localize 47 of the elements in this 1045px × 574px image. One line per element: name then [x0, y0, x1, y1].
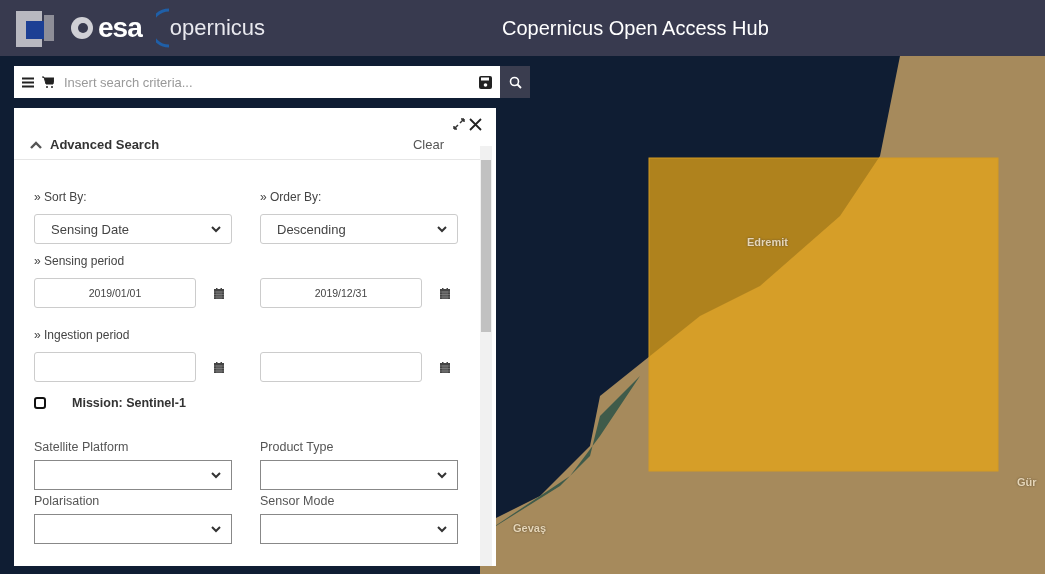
field-label: » Order By:: [260, 190, 323, 204]
field-label: » Sort By:: [34, 190, 88, 204]
page-title: Copernicus Open Access Hub: [502, 16, 769, 40]
date-field[interactable]: [34, 352, 196, 382]
field-label: Satellite Platform: [34, 440, 130, 454]
calendar-icon[interactable]: [440, 361, 450, 373]
map-place-label: Gevaş: [513, 522, 547, 534]
search-button[interactable]: [500, 66, 530, 98]
date-field[interactable]: [260, 352, 422, 382]
calendar-icon[interactable]: [214, 361, 224, 373]
calendar-icon[interactable]: [214, 287, 224, 299]
select-field[interactable]: Descending: [260, 214, 458, 244]
scrollbar[interactable]: [480, 146, 492, 566]
field-label: Product Type: [260, 440, 335, 454]
mission-label: Mission: Sentinel-1: [72, 396, 186, 410]
field-label: » Sensing period: [34, 254, 126, 268]
panel-title: Advanced Search: [50, 137, 161, 152]
select-field[interactable]: [260, 460, 458, 490]
cart-icon[interactable]: [42, 76, 54, 88]
select-field[interactable]: [260, 514, 458, 544]
select-field[interactable]: [34, 460, 232, 490]
menu-icon[interactable]: [22, 76, 34, 88]
calendar-icon[interactable]: [440, 287, 450, 299]
chevron-down-icon: [437, 525, 447, 533]
select-field[interactable]: Sensing Date: [34, 214, 232, 244]
chevron-down-icon: [437, 225, 447, 233]
chevron-down-icon: [211, 225, 221, 233]
chevron-down-icon: [437, 471, 447, 479]
esa-logo-text: esa: [98, 12, 142, 44]
date-field[interactable]: 2019/01/01: [34, 278, 196, 308]
checkbox[interactable]: [34, 397, 46, 409]
field-label: Sensor Mode: [260, 494, 336, 508]
date-field[interactable]: 2019/12/31: [260, 278, 422, 308]
map-place-label: Edremit: [747, 236, 788, 248]
chevron-down-icon: [211, 471, 221, 479]
field-label: Polarisation: [34, 494, 101, 508]
search-icon: [508, 75, 522, 89]
select-field[interactable]: [34, 514, 232, 544]
chevron-down-icon: [211, 525, 221, 533]
search-bar[interactable]: Insert search criteria...: [14, 66, 500, 98]
clear-link[interactable]: Clear: [412, 137, 444, 152]
scrollbar-thumb[interactable]: [481, 160, 491, 332]
map-place-label: Gür: [1017, 476, 1037, 488]
save-icon[interactable]: [479, 75, 492, 89]
chevron-up-icon[interactable]: [30, 140, 42, 149]
copernicus-logo-text: opernicus: [169, 15, 266, 41]
field-label: » Ingestion period: [34, 328, 131, 342]
